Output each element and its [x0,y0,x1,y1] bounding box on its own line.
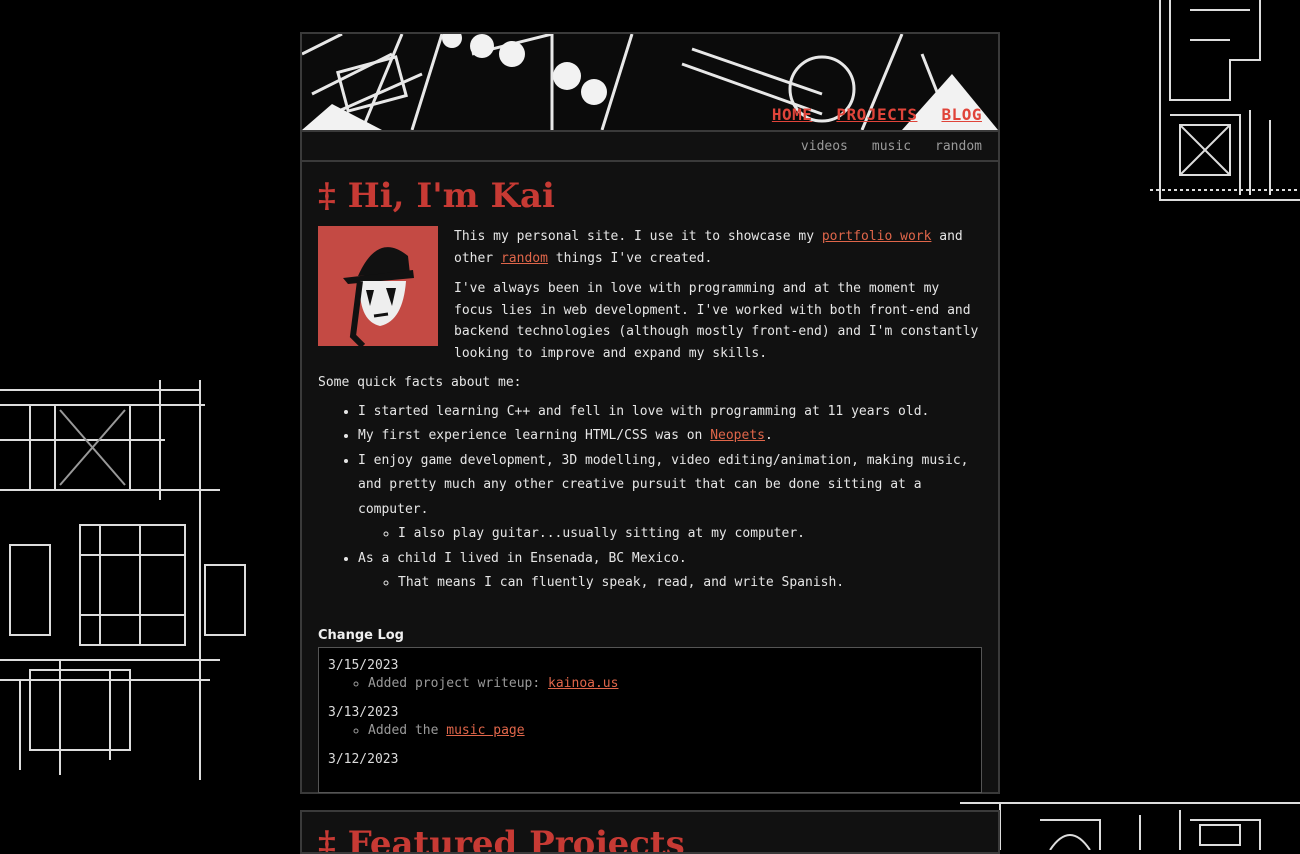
changelog-title: Change Log [318,627,404,643]
avatar-portrait [318,226,438,346]
fact-text: My first experience learning HTML/CSS wa… [358,428,711,443]
changelog-entry: Added the music page [368,723,972,738]
changelog-entry: Added project writeup: kainoa.us [368,676,972,691]
fact-item: I enjoy game development, 3D modelling, … [358,449,982,547]
intro-paragraph-2: I've always been in love with programmin… [454,281,979,361]
blueprint-decoration-bottom-right [960,802,1300,850]
changelog-date: 3/12/2023 [328,751,399,767]
avatar [318,226,438,346]
neopets-link[interactable]: Neopets [710,428,765,443]
facts-list: I started learning C++ and fell in love … [318,400,982,596]
subnav-videos-link[interactable]: videos [801,139,848,154]
intro-paragraph-1: This my personal site. I use it to showc… [454,226,982,269]
blueprint-decoration-left [0,380,246,780]
fact-item: My first experience learning HTML/CSS wa… [358,424,982,449]
changelog-date: 3/13/2023 [328,704,399,720]
fact-subitem: I also play guitar...usually sitting at … [398,522,982,547]
kainoa-link[interactable]: kainoa.us [548,676,618,691]
fact-sublist: That means I can fluently speak, read, a… [358,571,982,596]
fact-sublist: I also play guitar...usually sitting at … [358,522,982,547]
random-link[interactable]: random [501,251,548,266]
featured-projects-panel: ‡ Featured Projects [300,810,1000,854]
fact-item: As a child I lived in Ensenada, BC Mexic… [358,547,982,596]
intro-row: This my personal site. I use it to showc… [318,226,982,364]
subnav-music-link[interactable]: music [872,139,911,154]
portfolio-work-link[interactable]: portfolio work [822,229,932,244]
intro-heading: ‡ Hi, I'm Kai [318,176,555,216]
intro-p1-text-1: This my personal site. I use it to showc… [454,229,822,244]
changelog-date: 3/15/2023 [328,657,399,673]
facts-intro: Some quick facts about me: [318,375,522,390]
header-banner: HOME PROJECTS BLOG [302,34,998,132]
fact-text: I started learning C++ and fell in love … [358,403,930,419]
fact-text: As a child I lived in Ensenada, BC Mexic… [358,550,687,566]
featured-projects-heading: ‡ Featured Projects [318,824,685,854]
blueprint-decoration-top-right [1150,0,1300,201]
intro-panel: HOME PROJECTS BLOG videos music random ‡… [300,32,1000,794]
fact-subitem: That means I can fluently speak, read, a… [398,571,982,596]
sub-nav: videos music random [302,132,998,162]
intro-text: This my personal site. I use it to showc… [454,226,982,364]
fact-item: I started learning C++ and fell in love … [358,400,982,425]
fact-text: I enjoy game development, 3D modelling, … [358,452,969,517]
intro-content: ‡ Hi, I'm Kai This my personal site. I u… [302,162,998,805]
changelog-entry-text: Added project writeup: [368,675,549,691]
fact-text: . [765,428,773,443]
nav-home-link[interactable]: HOME [772,105,813,124]
main-nav: HOME PROJECTS BLOG [772,105,982,124]
changelog-entry-text: Added the [368,722,447,738]
changelog-box[interactable]: 3/15/2023 Added project writeup: kainoa.… [318,646,982,793]
subnav-random-link[interactable]: random [935,139,982,154]
changelog-entry-list: Added project writeup: kainoa.us [328,676,972,691]
music-page-link[interactable]: music page [446,723,524,738]
intro-p1-text-3: things I've created. [547,250,713,266]
nav-blog-link[interactable]: BLOG [941,105,982,124]
nav-projects-link[interactable]: PROJECTS [836,105,917,124]
changelog-entry-list: Added the music page [328,723,972,738]
